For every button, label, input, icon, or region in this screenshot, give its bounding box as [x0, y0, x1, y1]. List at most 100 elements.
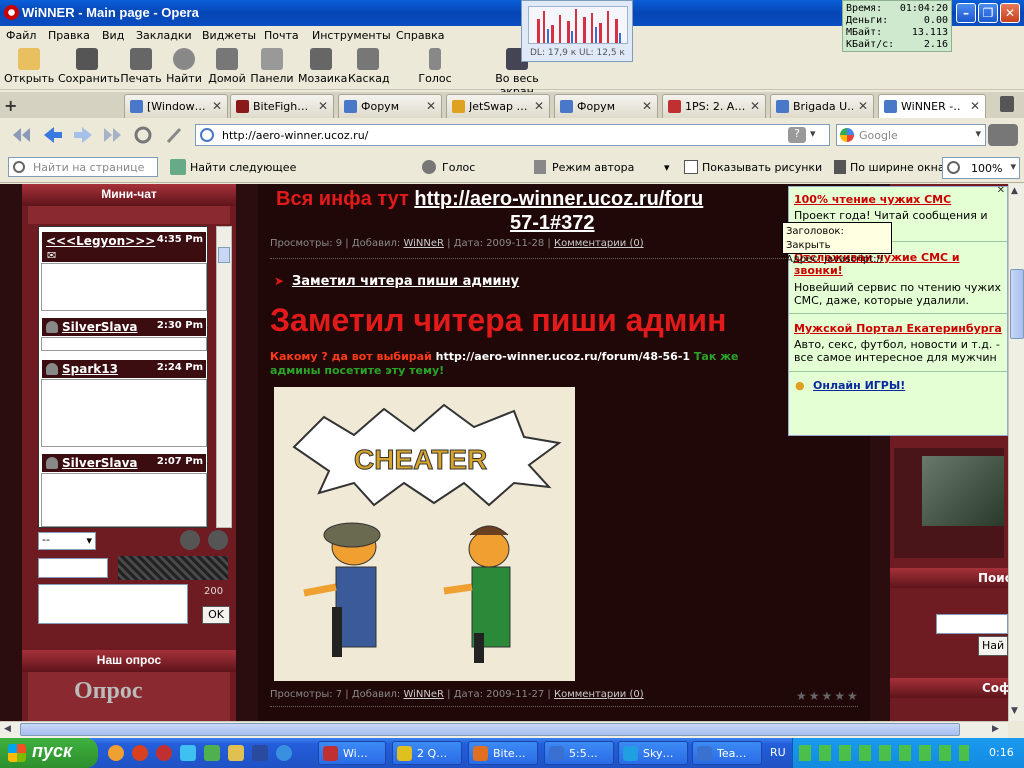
dropdown-arrow-icon[interactable]: ▾	[664, 161, 670, 174]
menu-bookmarks[interactable]: Закладки	[136, 29, 192, 42]
taskbar-button[interactable]: Tea…	[692, 741, 762, 765]
fit-width-button[interactable]: По ширине окна	[850, 161, 945, 174]
scroll-up-icon[interactable]: ▲	[1011, 186, 1018, 196]
tab[interactable]: Форум ✕	[554, 94, 658, 118]
scroll-right-icon[interactable]: ▶	[992, 724, 999, 734]
desktop-icon[interactable]	[252, 745, 268, 761]
trash-icon[interactable]	[1000, 96, 1014, 112]
scroll-down-icon[interactable]: ▼	[1011, 706, 1018, 716]
page-horizontal-scrollbar[interactable]: ◀ ▶	[0, 721, 1008, 738]
menu-help[interactable]: Справка	[396, 29, 444, 42]
dropdown-arrow-icon[interactable]: ▾	[810, 127, 816, 140]
start-button[interactable]: пуск	[0, 738, 98, 768]
rating-stars[interactable]: ★★★★★	[796, 689, 860, 703]
home-button[interactable]: Домой	[208, 48, 246, 85]
menu-tools[interactable]: Инструменты	[312, 29, 391, 42]
taskbar-button[interactable]: 2 Q…	[392, 741, 462, 765]
scroll-thumb[interactable]	[218, 247, 230, 263]
taskbar-button[interactable]: Wi…	[318, 741, 386, 765]
find-button[interactable]: Найти	[166, 48, 202, 85]
tab-close-icon[interactable]: ✕	[642, 99, 652, 113]
tab[interactable]: 1PS: 2. A… ✕	[662, 94, 766, 118]
message-textarea[interactable]	[38, 584, 188, 624]
forum-link[interactable]: http://aero-winner.ucoz.ru/forum/48-56-1	[436, 350, 690, 363]
tile-button[interactable]: Мозаика	[298, 48, 347, 85]
ie-icon[interactable]	[276, 745, 292, 761]
tab-active[interactable]: WiNNER -… ✕	[878, 94, 986, 118]
rewind-icon[interactable]	[10, 125, 32, 145]
print-button[interactable]: Печать	[120, 48, 162, 85]
edit-icon[interactable]	[164, 125, 186, 145]
ad-title[interactable]: 100% чтение чужих СМС	[794, 193, 951, 206]
reload-icon[interactable]	[132, 125, 154, 145]
tab-close-icon[interactable]: ✕	[212, 99, 222, 113]
app-icon[interactable]	[204, 745, 220, 761]
scroll-thumb[interactable]	[1010, 269, 1024, 339]
tab[interactable]: BiteFigh… ✕	[230, 94, 334, 118]
dropdown-arrow-icon[interactable]: ▾	[1010, 160, 1016, 173]
taskbar-button[interactable]: Sky…	[618, 741, 688, 765]
taskbar-button[interactable]: 5:5…	[544, 741, 614, 765]
search-field[interactable]: Google ▾	[836, 124, 986, 146]
post-title-link[interactable]: 57-1#372	[510, 212, 595, 234]
scroll-thumb[interactable]	[20, 723, 960, 736]
find-next-button[interactable]: Найти следующее	[190, 161, 296, 174]
chat-scrollbar[interactable]	[216, 226, 232, 528]
tab-close-icon[interactable]: ✕	[318, 99, 328, 113]
smile-icon[interactable]	[208, 530, 228, 550]
author-link[interactable]: WiNNeR	[403, 689, 444, 700]
minimize-button[interactable]: –	[956, 3, 976, 23]
zoom-select[interactable]: 100% ▾	[942, 157, 1020, 179]
tab-close-icon[interactable]: ✕	[858, 99, 868, 113]
post-title-link[interactable]: http://aero-winner.ucoz.ru/foru	[414, 188, 703, 210]
tab[interactable]: Brigada U… ✕	[770, 94, 874, 118]
author-link[interactable]: WiNNeR	[403, 238, 444, 249]
open-button[interactable]: Открыть	[4, 48, 54, 85]
chat-nick[interactable]: SilverSlava	[62, 456, 138, 470]
fast-forward-icon[interactable]	[102, 125, 124, 145]
app-icon[interactable]	[228, 745, 244, 761]
menu-edit[interactable]: Правка	[48, 29, 90, 42]
refresh-icon[interactable]	[180, 530, 200, 550]
fish-icon[interactable]	[108, 745, 124, 761]
news-link[interactable]: Заметил читера пиши админу	[292, 274, 519, 289]
taskbar-button[interactable]: Bite…	[468, 741, 538, 765]
language-indicator[interactable]: RU	[770, 746, 786, 759]
dropdown-arrow-icon[interactable]: ▾	[975, 127, 981, 140]
opera-icon[interactable]	[156, 745, 172, 761]
tray-icons[interactable]	[799, 745, 969, 761]
address-field[interactable]: http://aero-winner.ucoz.ru/ ? ▾	[195, 124, 830, 146]
forward-icon[interactable]	[72, 125, 94, 145]
menu-file[interactable]: Файл	[6, 29, 36, 42]
tab-close-icon[interactable]: ✕	[426, 99, 436, 113]
tab[interactable]: [Window… ✕	[124, 94, 228, 118]
new-tab-icon[interactable]: +	[4, 96, 17, 115]
menu-mail[interactable]: Почта	[264, 29, 299, 42]
scroll-left-icon[interactable]: ◀	[4, 724, 11, 734]
ad-title[interactable]: Мужской Портал Екатеринбурга	[794, 322, 1002, 335]
app-icon[interactable]	[132, 745, 148, 761]
menu-widgets[interactable]: Виджеты	[202, 29, 256, 42]
chat-nick[interactable]: SilverSlava	[62, 320, 138, 334]
save-button[interactable]: Сохранить	[58, 48, 120, 85]
ad-close-icon[interactable]: ✕	[997, 185, 1005, 196]
binoculars-icon[interactable]	[988, 124, 1018, 146]
chat-nick[interactable]: Spark13	[62, 362, 118, 376]
chat-nick[interactable]: <<<Legyon>>>	[46, 234, 155, 248]
site-search-button[interactable]: Най	[978, 636, 1008, 656]
captcha-input[interactable]	[38, 558, 108, 578]
tab-close-icon[interactable]: ✕	[534, 99, 544, 113]
show-images-button[interactable]: Показывать рисунки	[702, 161, 822, 174]
close-button[interactable]: ✕	[1000, 3, 1020, 23]
cascade-button[interactable]: Каскад	[348, 48, 390, 85]
mail-icon[interactable]: ✉	[47, 249, 56, 262]
app-icon[interactable]	[180, 745, 196, 761]
comments-link[interactable]: Комментарии (0)	[554, 238, 644, 249]
comments-link[interactable]: Комментарии (0)	[554, 689, 644, 700]
back-icon[interactable]	[42, 125, 64, 145]
author-mode-button[interactable]: Режим автора	[552, 161, 634, 174]
tab[interactable]: JetSwap … ✕	[446, 94, 550, 118]
panels-button[interactable]: Панели	[250, 48, 294, 85]
find-input[interactable]: Найти на странице	[8, 157, 158, 177]
send-button[interactable]: OK	[202, 606, 230, 624]
